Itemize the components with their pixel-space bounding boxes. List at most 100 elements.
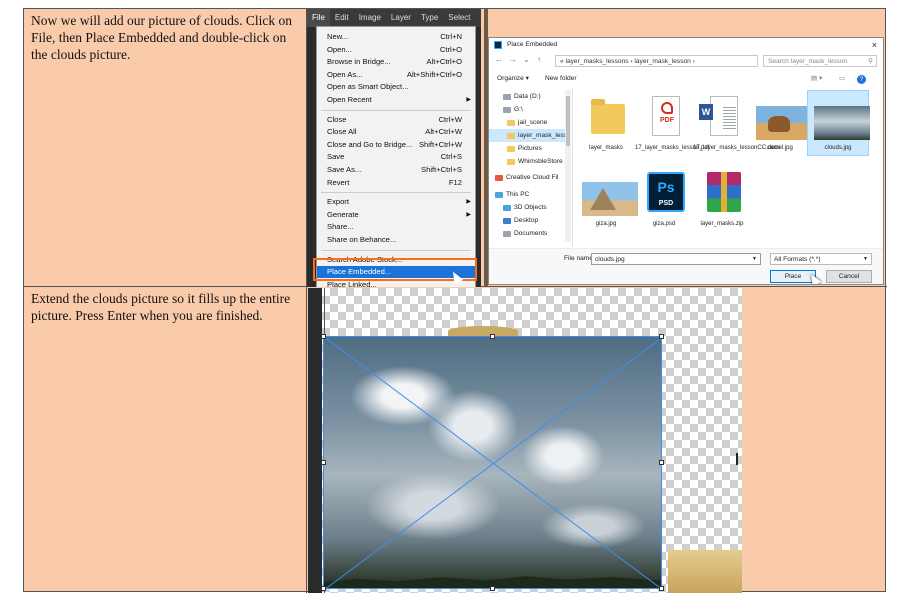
file-item[interactable]: layer_masks.zip — [693, 170, 751, 242]
file-item[interactable]: PDF 17_layer_masks_lesson.pdf — [635, 94, 710, 166]
menubar-item[interactable]: Select — [443, 9, 475, 27]
nav-item[interactable]: Creative Cloud Fil — [489, 171, 571, 184]
file-name: giza.psd — [652, 221, 676, 227]
nav-item[interactable]: 3D Objects — [489, 201, 571, 214]
address-bar-row: ← → ⌄ ↑ « layer_masks_lessons › layer_ma… — [489, 52, 883, 70]
menu-item-label: Revert — [327, 177, 350, 187]
file-name: layer_masks — [589, 145, 623, 151]
file-menu-item[interactable]: Open Recent ▶ — [317, 94, 475, 106]
file-menu-item[interactable]: Save As... Shift+Ctrl+S — [317, 164, 475, 176]
place-embedded-dialog: Place Embedded × ← → ⌄ ↑ « layer_masks_l… — [488, 37, 884, 285]
word-file-icon: W — [697, 94, 747, 142]
nav-item[interactable]: jail_scene — [489, 116, 571, 129]
nav-item[interactable]: Pictures — [489, 142, 571, 155]
file-name-input[interactable]: clouds.jpg ▼ — [591, 253, 761, 265]
file-list: layer_masks PDF 17_layer_masks_lesson.pdf W… — [577, 90, 877, 246]
menu-item-label: Share on Behance... — [327, 235, 397, 244]
transform-handle[interactable] — [659, 460, 664, 465]
menu-item-label: New... — [327, 32, 349, 41]
file-menu-item[interactable]: Open as Smart Object... — [317, 81, 475, 93]
dialog-title: Place Embedded — [507, 41, 558, 48]
folder-icon — [503, 205, 511, 211]
nav-item-label: Documents — [514, 230, 548, 237]
file-menu-item[interactable]: Share on Behance... — [317, 234, 475, 246]
transform-handle[interactable] — [490, 334, 495, 339]
menubar-item[interactable]: Filt — [476, 9, 482, 27]
file-item[interactable]: Ps PSD giza.psd — [635, 170, 693, 242]
folder-icon — [507, 146, 515, 152]
organize-button[interactable]: Organize ▾ — [497, 72, 529, 86]
nav-item-label: G:\ — [514, 106, 523, 113]
camel-image-thumbnail — [755, 94, 812, 142]
nav-item[interactable]: WhimsbleStore — [489, 155, 571, 168]
menu-item-label: Close All — [327, 127, 357, 137]
file-item[interactable]: clouds.jpg — [807, 90, 870, 166]
transform-handle[interactable] — [490, 586, 495, 591]
photoshop-menubar: FileEditImageLayerTypeSelectFilt — [307, 9, 481, 27]
nav-item[interactable]: Desktop — [489, 214, 571, 227]
close-icon[interactable]: × — [872, 38, 877, 52]
search-input[interactable]: Search layer_mask_lesson ⚲ — [763, 55, 877, 67]
preview-pane-icon[interactable]: ▭ — [839, 72, 845, 86]
menubar-item[interactable]: Edit — [330, 9, 354, 27]
recent-chevron-icon[interactable]: ⌄ — [523, 55, 530, 64]
transform-handle[interactable] — [321, 460, 326, 465]
file-name: layer_masks.zip — [700, 221, 744, 227]
cancel-button[interactable]: Cancel — [826, 270, 872, 283]
address-path[interactable]: « layer_masks_lessons › layer_mask_lesso… — [555, 55, 758, 67]
file-menu-item[interactable]: Export ▶ — [317, 196, 475, 208]
nav-item[interactable]: G:\ — [489, 103, 571, 116]
file-menu-item[interactable]: Close Ctrl+W — [317, 114, 475, 126]
folder-icon — [503, 218, 511, 224]
file-item[interactable]: W 17_layer_masks_lessonCC.docx — [693, 94, 780, 166]
folder-icon — [503, 231, 511, 237]
file-menu-item[interactable]: Revert F12 — [317, 177, 475, 189]
transform-handle[interactable] — [659, 334, 664, 339]
transform-bounding-box[interactable] — [321, 334, 664, 591]
file-item[interactable]: layer_masks — [577, 94, 635, 166]
file-menu-item[interactable]: Close and Go to Bridge... Shift+Ctrl+W — [317, 139, 475, 151]
file-item[interactable]: giza.jpg — [577, 170, 638, 242]
file-menu-item[interactable]: Close All Alt+Ctrl+W — [317, 126, 475, 138]
menu-item-label: Save — [327, 152, 345, 162]
file-item[interactable]: camel.jpg — [751, 94, 812, 166]
menubar-item[interactable]: Type — [416, 9, 443, 27]
dialog-footer: File name: clouds.jpg ▼ All Formats (*.*… — [489, 248, 883, 284]
transform-handle[interactable] — [321, 586, 326, 591]
file-menu-item[interactable]: Browse in Bridge... Alt+Ctrl+O — [317, 56, 475, 68]
nav-item[interactable]: Documents — [489, 227, 571, 240]
file-menu-item[interactable]: Share... — [317, 221, 475, 233]
menu-item-shortcut: Ctrl+S — [440, 152, 462, 162]
help-icon[interactable]: ? — [857, 75, 866, 84]
file-menu-item[interactable]: New... Ctrl+N — [317, 31, 475, 43]
nav-item[interactable]: Data (D:) — [489, 90, 571, 103]
transform-handle[interactable] — [659, 586, 664, 591]
nav-item-label: 3D Objects — [514, 204, 547, 211]
menubar-item[interactable]: Layer — [386, 9, 416, 27]
back-arrow-icon[interactable]: ← — [495, 55, 503, 64]
menubar-item[interactable]: Image — [354, 9, 386, 27]
file-name: 17_layer_masks_lesson.pdf — [635, 145, 710, 151]
file-menu-item[interactable]: Generate ▶ — [317, 209, 475, 221]
menu-item-shortcut: Ctrl+W — [438, 114, 462, 124]
transform-handle[interactable] — [321, 334, 326, 339]
file-name-value: clouds.jpg — [595, 256, 625, 263]
nav-item[interactable]: This PC — [489, 188, 571, 201]
folder-icon — [495, 175, 503, 181]
folder-icon — [503, 107, 511, 113]
menubar-item[interactable]: File — [307, 9, 330, 27]
chevron-down-icon[interactable]: ▼ — [752, 254, 757, 265]
forward-arrow-icon[interactable]: → — [509, 55, 517, 64]
nav-item[interactable]: layer_mask_lesso — [489, 129, 571, 142]
nav-scrollbar[interactable] — [565, 90, 571, 242]
instruction-cell-1: Now we will add our picture of clouds. C… — [24, 9, 307, 287]
file-menu-item[interactable]: Open... Ctrl+O — [317, 44, 475, 56]
file-name: giza.jpg — [595, 221, 617, 227]
view-options-icon[interactable]: ▤ ▾ — [811, 72, 822, 86]
file-format-select[interactable]: All Formats (*.*) ▼ — [770, 253, 872, 265]
file-menu-item[interactable]: Open As... Alt+Shift+Ctrl+O — [317, 69, 475, 81]
new-folder-button[interactable]: New folder — [545, 72, 577, 86]
pdf-file-icon: PDF — [639, 94, 689, 142]
up-arrow-icon[interactable]: ↑ — [537, 55, 541, 64]
file-menu-item[interactable]: Save Ctrl+S — [317, 151, 475, 163]
